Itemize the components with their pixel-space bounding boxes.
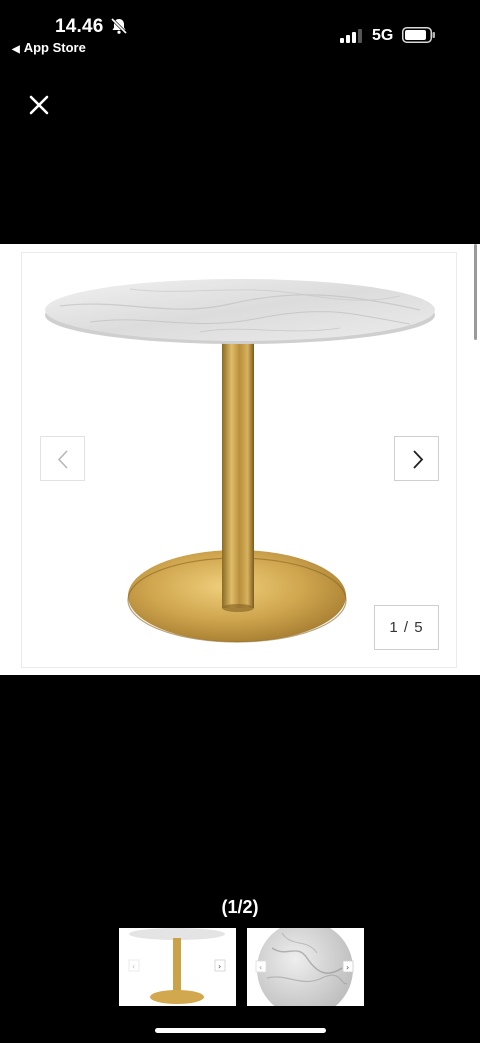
battery-icon [402,27,435,43]
bell-slash-icon [110,17,128,35]
svg-text:›: › [218,962,221,971]
svg-text:›: › [346,963,349,972]
chevron-left-icon [57,450,68,469]
signal-bars-icon [340,29,362,43]
product-image-viewer[interactable]: 1 / 5 [0,244,480,675]
status-bar: 14.46 ◀ App Store 5G [0,0,480,60]
thumbnail-image: ‹ › [128,928,226,1004]
previous-image-button[interactable] [40,436,85,481]
thumbnail-image: ‹ › [255,928,354,1006]
close-icon[interactable] [26,92,52,118]
next-image-button[interactable] [394,436,439,481]
svg-text:‹: ‹ [132,962,135,971]
back-app-label: App Store [23,40,86,55]
thumbnail-marble-top-closeup[interactable]: ‹ › [247,928,364,1006]
back-triangle-icon: ◀ [12,44,20,55]
image-counter: 1 / 5 [374,605,439,650]
home-indicator[interactable] [155,1028,326,1033]
network-type: 5G [372,27,394,44]
gallery-page-indicator: (1/2) [221,897,259,917]
status-time: 14.46 [55,16,104,37]
back-to-app-store-link[interactable]: ◀ App Store [12,40,86,55]
thumbnail-table-full-view[interactable]: ‹ › [119,928,236,1006]
svg-text:‹: ‹ [259,963,262,972]
chevron-right-icon [413,450,424,469]
